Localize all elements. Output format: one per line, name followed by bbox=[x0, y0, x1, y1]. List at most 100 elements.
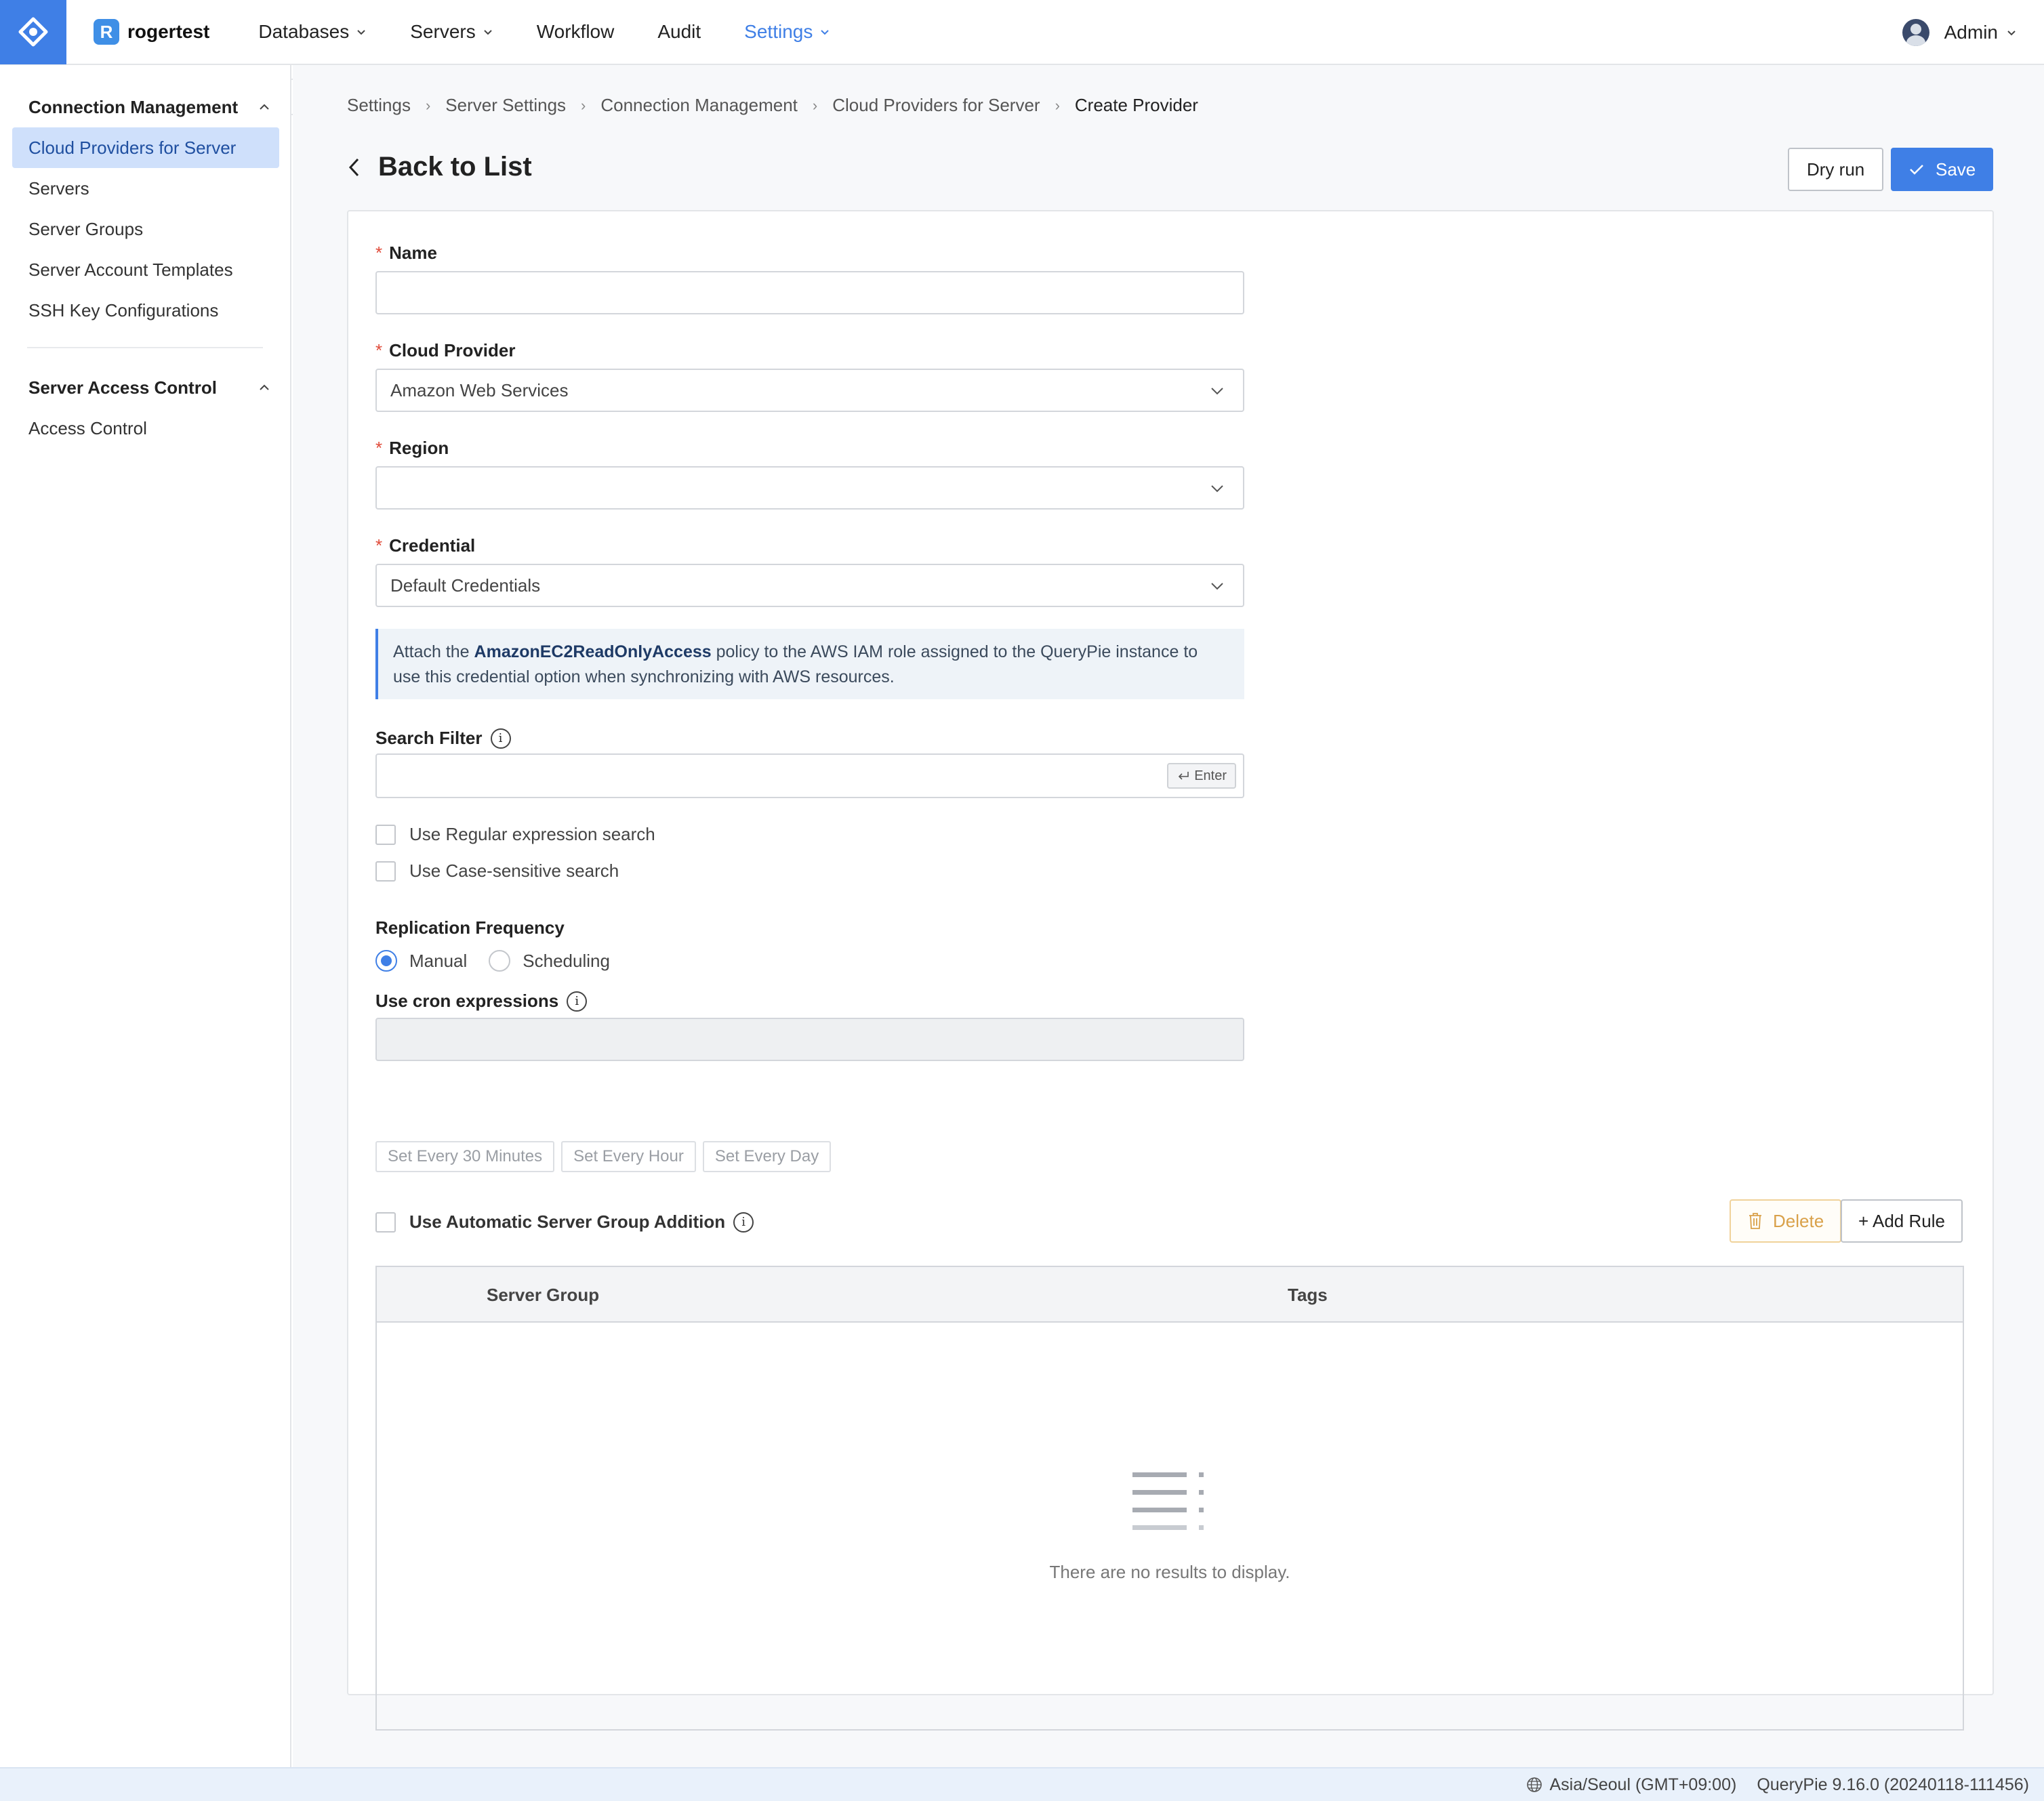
chevron-left-icon bbox=[348, 158, 359, 176]
sidebar-item-cloud-providers[interactable]: Cloud Providers for Server bbox=[12, 127, 279, 168]
chevron-down-icon bbox=[821, 30, 830, 35]
empty-state-text: There are no results to display. bbox=[1049, 1561, 1290, 1582]
check-icon bbox=[1910, 165, 1923, 175]
required-mark: * bbox=[375, 340, 383, 360]
app-logo[interactable] bbox=[0, 0, 66, 64]
table-header: Server Group Tags bbox=[377, 1267, 1963, 1323]
empty-list-icon bbox=[1132, 1472, 1204, 1530]
breadcrumb-connection-management[interactable]: Connection Management bbox=[600, 95, 798, 116]
cron-input[interactable] bbox=[375, 1018, 1244, 1061]
cron-label-text: Use cron expressions bbox=[375, 991, 559, 1011]
save-button[interactable]: Save bbox=[1891, 148, 1994, 191]
avatar bbox=[1902, 19, 1929, 46]
sidebar-item-server-groups[interactable]: Server Groups bbox=[12, 209, 279, 249]
nav-servers[interactable]: Servers bbox=[410, 21, 493, 43]
info-icon[interactable]: i bbox=[733, 1212, 754, 1233]
breadcrumb-cloud-providers[interactable]: Cloud Providers for Server bbox=[832, 95, 1040, 116]
breadcrumb-separator-icon: › bbox=[1055, 96, 1060, 114]
credential-label-text: Credential bbox=[389, 535, 476, 556]
delete-rule-button[interactable]: Delete bbox=[1730, 1199, 1842, 1243]
sidebar-item-ssh-key-configurations[interactable]: SSH Key Configurations bbox=[12, 290, 279, 331]
cron-presets: Set Every 30 Minutes Set Every Hour Set … bbox=[375, 1141, 838, 1172]
breadcrumb-server-settings[interactable]: Server Settings bbox=[445, 95, 566, 116]
sidebar-item-access-control[interactable]: Access Control bbox=[12, 408, 279, 449]
nav-settings-label: Settings bbox=[744, 21, 813, 42]
case-search-checkbox[interactable] bbox=[375, 861, 396, 882]
provider-form: * Name * Cloud Provider Amazon Web Servi… bbox=[347, 210, 1994, 1731]
preset-every-hour[interactable]: Set Every Hour bbox=[561, 1141, 696, 1172]
workspace-badge: R bbox=[94, 19, 119, 45]
credential-select[interactable]: Default Credentials bbox=[375, 564, 1244, 607]
scheduling-radio-label[interactable]: Scheduling bbox=[523, 951, 610, 972]
column-tags: Tags bbox=[1288, 1285, 1328, 1305]
version-text: QueryPie 9.16.0 (20240118-111456) bbox=[1757, 1775, 2029, 1794]
nav-databases[interactable]: Databases bbox=[258, 21, 367, 43]
name-label: * Name bbox=[375, 243, 437, 264]
timezone-indicator[interactable]: Asia/Seoul (GMT+09:00) bbox=[1526, 1775, 1736, 1795]
sidebar-section-title: Server Access Control bbox=[28, 377, 217, 398]
search-filter-input[interactable]: Enter bbox=[375, 753, 1244, 798]
sidebar-section-connection-management[interactable]: Connection Management bbox=[0, 87, 290, 127]
regex-search-checkbox[interactable] bbox=[375, 824, 396, 845]
workspace-switcher[interactable]: R rogertest bbox=[94, 19, 209, 45]
nav-audit[interactable]: Audit bbox=[657, 21, 701, 43]
user-menu[interactable]: Admin bbox=[1902, 0, 2017, 65]
regex-search-option[interactable]: Use Regular expression search bbox=[375, 824, 655, 845]
sidebar-section-server-access-control[interactable]: Server Access Control bbox=[0, 367, 290, 408]
status-footer: Asia/Seoul (GMT+09:00) QueryPie 9.16.0 (… bbox=[0, 1767, 2044, 1801]
breadcrumb-settings[interactable]: Settings bbox=[347, 95, 411, 116]
user-name: Admin bbox=[1944, 22, 1998, 43]
nav-workflow[interactable]: Workflow bbox=[537, 21, 615, 43]
breadcrumb-create-provider: Create Provider bbox=[1074, 95, 1198, 115]
breadcrumb-separator-icon: › bbox=[581, 96, 586, 114]
add-rule-button[interactable]: + Add Rule bbox=[1841, 1199, 1963, 1243]
sidebar-divider bbox=[27, 347, 263, 348]
trash-icon bbox=[1749, 1213, 1761, 1229]
cron-label: Use cron expressions i bbox=[375, 991, 588, 1012]
chevron-up-icon bbox=[260, 384, 269, 390]
column-server-group: Server Group bbox=[487, 1285, 600, 1305]
regex-search-label: Use Regular expression search bbox=[409, 824, 655, 844]
sidebar-section-title: Connection Management bbox=[28, 96, 239, 117]
required-mark: * bbox=[375, 535, 383, 556]
breadcrumb-separator-icon: › bbox=[425, 96, 431, 114]
chevron-down-icon bbox=[1211, 388, 1223, 395]
chevron-up-icon bbox=[260, 104, 269, 110]
logo-icon bbox=[18, 17, 48, 47]
info-prefix: Attach the bbox=[393, 642, 474, 661]
enter-key-label: Enter bbox=[1194, 768, 1227, 783]
preset-every-30-minutes[interactable]: Set Every 30 Minutes bbox=[375, 1141, 555, 1172]
case-search-option[interactable]: Use Case-sensitive search bbox=[375, 861, 619, 882]
nav-databases-label: Databases bbox=[258, 21, 350, 42]
region-select[interactable] bbox=[375, 466, 1244, 510]
required-mark: * bbox=[375, 243, 383, 263]
delete-rule-label: Delete bbox=[1773, 1210, 1824, 1231]
replication-frequency-label: Replication Frequency bbox=[375, 917, 565, 938]
manual-radio[interactable] bbox=[375, 950, 397, 972]
search-filter-label-text: Search Filter bbox=[375, 728, 483, 748]
region-label: * Region bbox=[375, 438, 449, 459]
info-icon[interactable]: i bbox=[490, 728, 511, 749]
nav-settings[interactable]: Settings bbox=[744, 21, 830, 43]
save-button-label: Save bbox=[1936, 159, 1976, 180]
globe-icon bbox=[1527, 1777, 1542, 1792]
region-label-text: Region bbox=[389, 438, 449, 458]
scheduling-radio[interactable] bbox=[489, 950, 511, 972]
chevron-down-icon bbox=[1211, 583, 1223, 590]
credential-value: Default Credentials bbox=[390, 575, 541, 596]
breadcrumb-separator-icon: › bbox=[812, 96, 818, 114]
info-policy-name: AmazonEC2ReadOnlyAccess bbox=[474, 642, 712, 661]
name-input[interactable] bbox=[375, 271, 1244, 314]
manual-radio-label[interactable]: Manual bbox=[409, 951, 467, 972]
cloud-provider-select[interactable]: Amazon Web Services bbox=[375, 369, 1244, 412]
auto-group-addition-option[interactable]: Use Automatic Server Group Addition i bbox=[375, 1212, 754, 1233]
sidebar-item-servers[interactable]: Servers bbox=[12, 168, 279, 209]
sidebar-item-server-account-templates[interactable]: Server Account Templates bbox=[12, 249, 279, 290]
auto-group-addition-label: Use Automatic Server Group Addition bbox=[409, 1212, 726, 1232]
info-icon[interactable]: i bbox=[567, 991, 588, 1012]
dry-run-button[interactable]: Dry run bbox=[1788, 148, 1884, 191]
back-to-list-link[interactable]: Back to List bbox=[347, 152, 532, 182]
search-filter-label: Search Filter i bbox=[375, 728, 511, 749]
preset-every-day[interactable]: Set Every Day bbox=[702, 1141, 832, 1172]
auto-group-addition-checkbox[interactable] bbox=[375, 1212, 396, 1233]
